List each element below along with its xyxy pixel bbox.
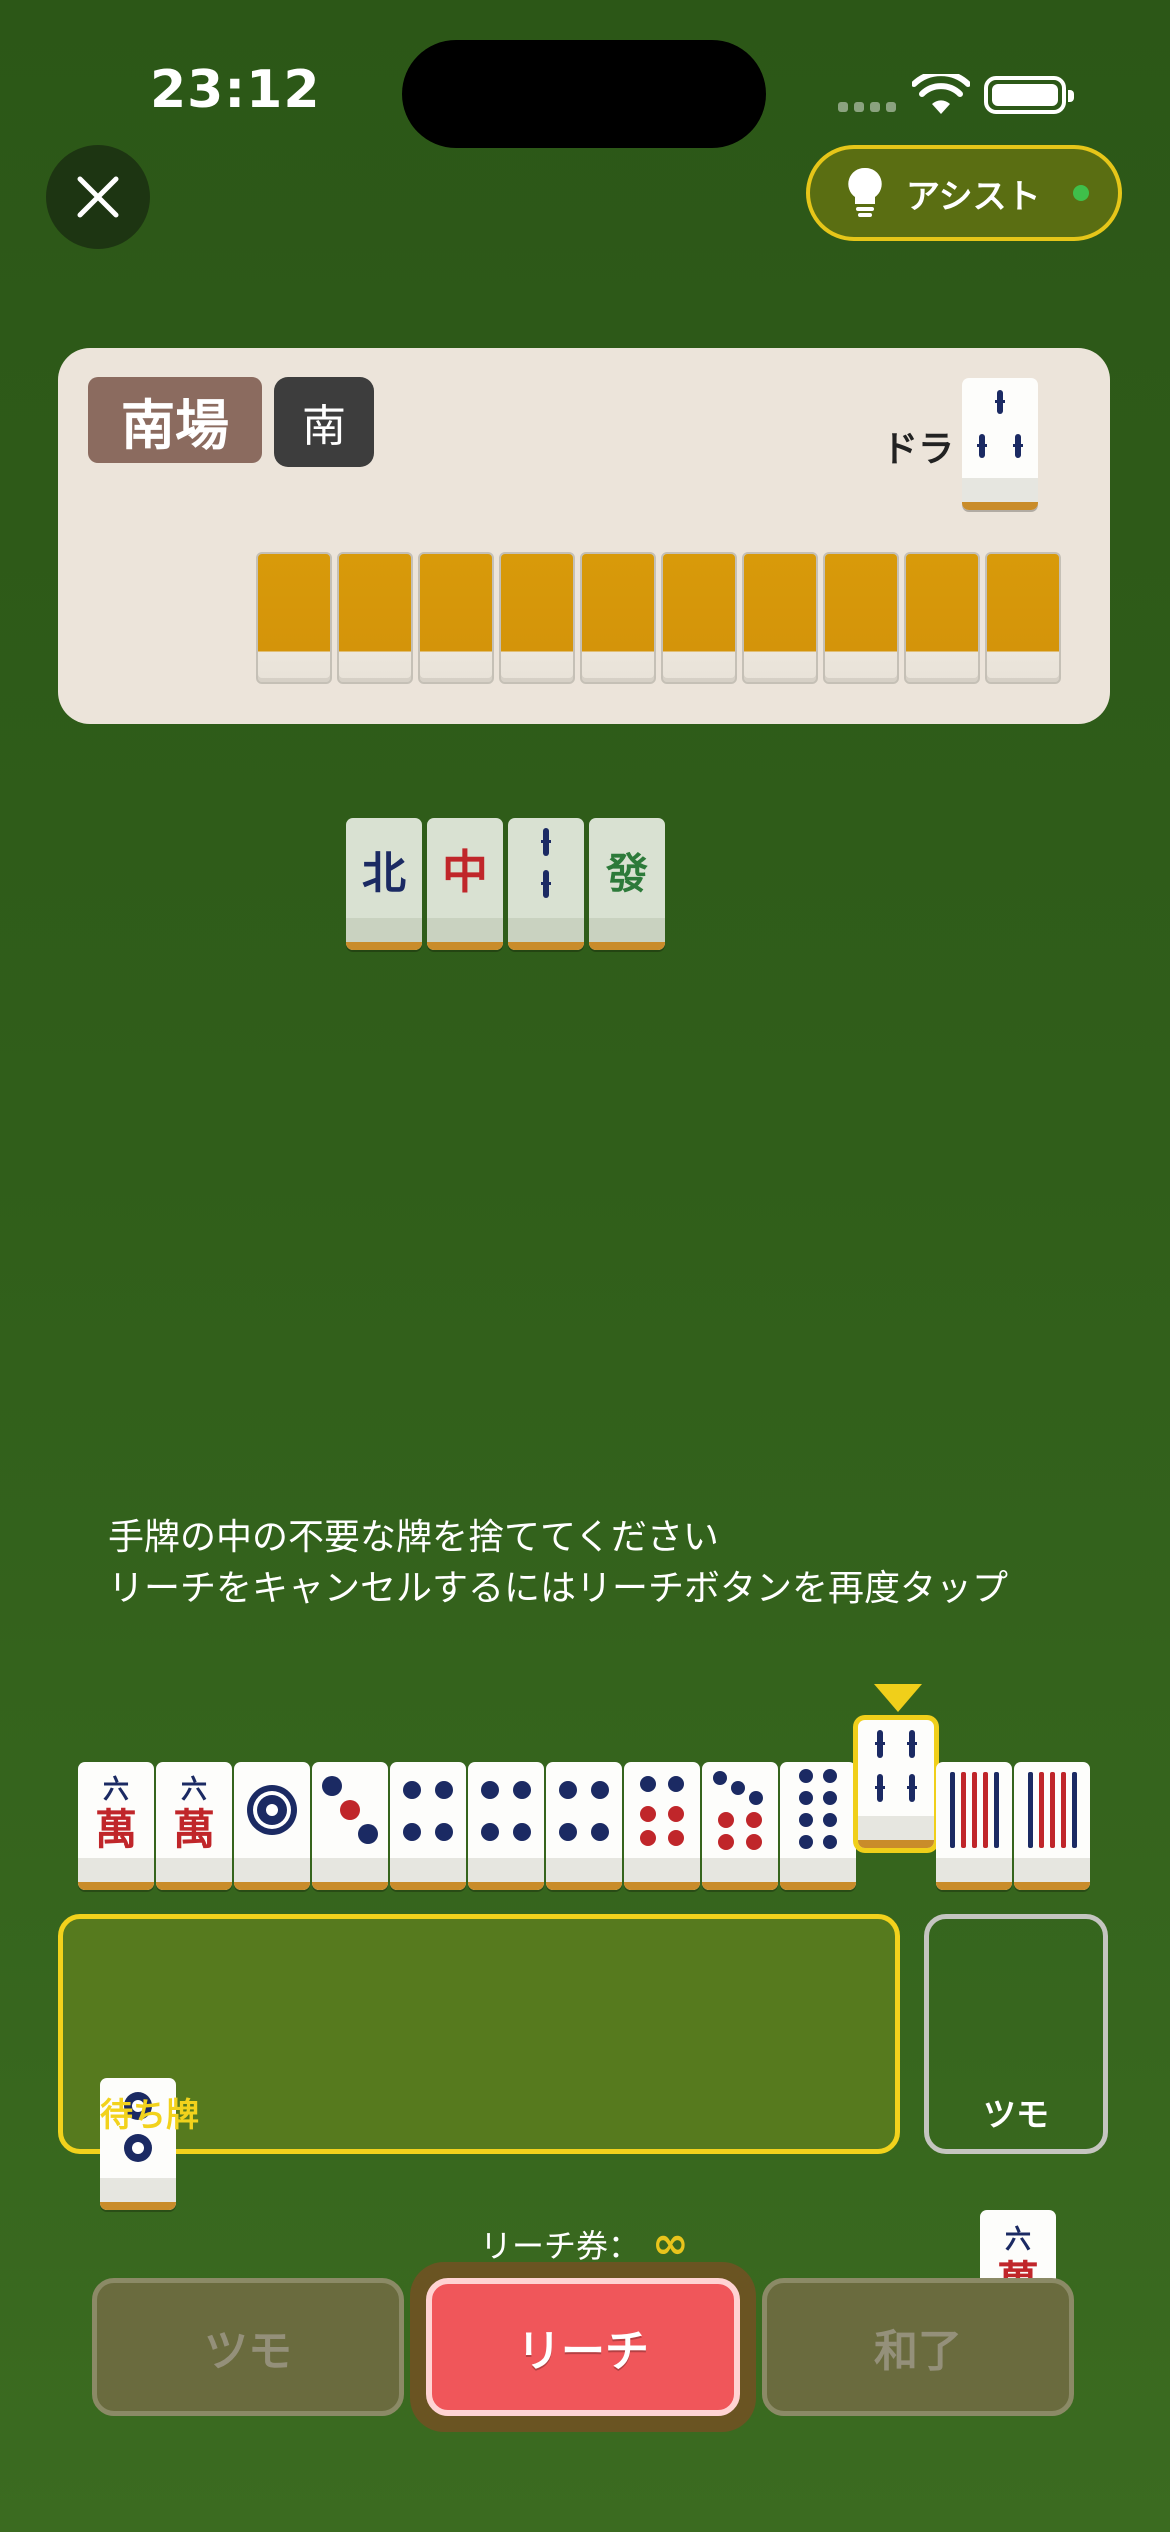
selected-tile-marker [874,1684,922,1712]
tile-back [985,552,1061,684]
tile-back [580,552,656,684]
seat-wind-badge: 南 [274,377,374,467]
hand-tile-9-sou[interactable] [936,1762,1012,1890]
player-hand: 六萬 六萬 [78,1720,1090,1890]
assist-label: アシスト [906,176,1041,217]
discard-north: 北 [346,818,422,950]
dynamic-island [402,40,766,148]
instruction-line-2: リーチをキャンセルするにはリーチボタンを再度タップ [108,1568,1009,1609]
riichi-button[interactable]: リーチ [426,2278,740,2416]
hand-tile-3-pin[interactable] [312,1762,388,1890]
svg-text:六: 六 [181,1775,207,1805]
status-time: 23:12 [150,60,321,120]
waiting-tiles-label: 待ち牌 [100,2095,199,2134]
assist-button[interactable]: アシスト [806,145,1122,241]
hand-tile-4-sou-selected[interactable] [858,1720,934,1848]
tile-back [418,552,494,684]
svg-text:北: 北 [362,848,406,899]
battery-icon [984,76,1074,114]
drawn-tile-label: ツモ [983,2095,1049,2134]
discard-red-dragon: 中 [427,818,503,950]
tile-back [337,552,413,684]
svg-text:六: 六 [1005,2225,1031,2255]
hand-tile-7-pin[interactable] [702,1762,778,1890]
lightbulb-icon [848,167,882,217]
tile-back [499,552,575,684]
hand-tile-6-man[interactable]: 六萬 [156,1762,232,1890]
assist-status-dot [1072,185,1089,201]
hand-tile-4-pin[interactable] [468,1762,544,1890]
discard-green-dragon: 發 [589,818,665,950]
agari-button[interactable]: 和了 [762,2278,1074,2416]
close-button[interactable] [46,145,150,249]
svg-text:萬: 萬 [95,1805,137,1854]
hand-tile-6-pin[interactable] [624,1762,700,1890]
hand-tile-1-pin[interactable] [234,1762,310,1890]
hand-tile-4-pin[interactable] [390,1762,466,1890]
cellular-signal-icon [838,102,896,112]
hand-tile-8-pin[interactable] [780,1762,856,1890]
tile-back [661,552,737,684]
hand-tile-6-man[interactable]: 六萬 [78,1762,154,1890]
wifi-icon [912,74,970,114]
tile-back [904,552,980,684]
dora-tile-3-sou [962,378,1038,510]
svg-text:發: 發 [605,849,648,898]
hand-tile-9-sou[interactable] [1014,1762,1090,1890]
hand-tile-4-pin[interactable] [546,1762,622,1890]
opponent-hand [256,552,1061,684]
dora-label: ドラ [882,429,955,470]
instruction-text: 手牌の中の不要な牌を捨ててください リーチをキャンセルするにはリーチボタンを再度… [108,1512,1008,1614]
riichi-ticket-label: リーチ券： [480,2226,641,2265]
svg-text:中: 中 [442,845,488,899]
tile-back [823,552,899,684]
close-icon [77,176,119,218]
instruction-line-1: 手牌の中の不要な牌を捨ててください [108,1517,719,1558]
tile-back [742,552,818,684]
svg-text:六: 六 [103,1775,129,1805]
svg-text:萬: 萬 [173,1805,215,1854]
tile-back [256,552,332,684]
discard-2-sou [508,818,584,950]
round-badge: 南場 [88,377,262,463]
tsumo-button[interactable]: ツモ [92,2278,404,2416]
opponent-discards: 北 中 發 [346,818,665,950]
